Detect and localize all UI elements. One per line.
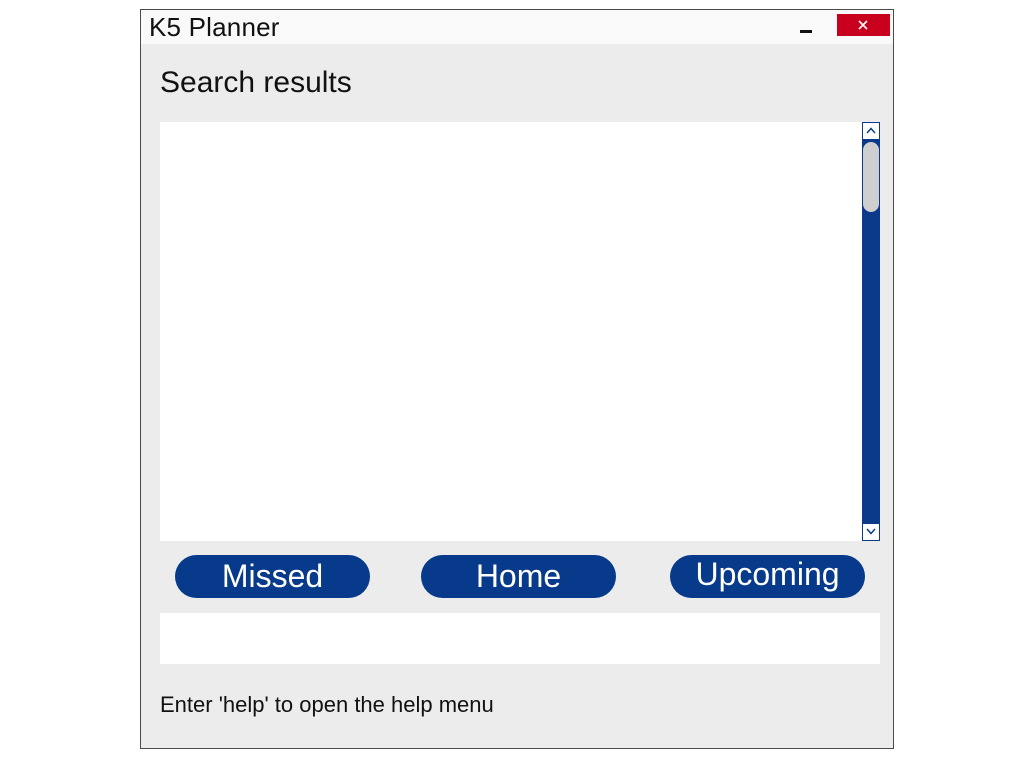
app-window: K5 Planner Search results Missed Home Up… [140, 9, 894, 749]
close-icon [858, 20, 868, 30]
minimize-button[interactable] [793, 14, 819, 40]
scroll-thumb[interactable] [863, 142, 879, 212]
scroll-down-button[interactable] [863, 524, 879, 540]
missed-button[interactable]: Missed [175, 555, 370, 598]
upcoming-button[interactable]: Upcoming [670, 555, 865, 598]
chevron-down-icon [866, 528, 876, 535]
search-results-list[interactable] [160, 122, 880, 541]
command-input[interactable] [160, 613, 880, 664]
close-button[interactable] [837, 14, 890, 36]
window-title: K5 Planner [149, 12, 280, 42]
results-scrollbar[interactable] [862, 122, 880, 541]
page-title: Search results [160, 66, 352, 99]
scroll-up-button[interactable] [863, 123, 879, 139]
help-hint: Enter 'help' to open the help menu [160, 692, 494, 717]
title-bar[interactable]: K5 Planner [141, 10, 893, 44]
home-button[interactable]: Home [421, 555, 616, 598]
chevron-up-icon [866, 127, 876, 134]
minimize-icon [800, 30, 812, 33]
